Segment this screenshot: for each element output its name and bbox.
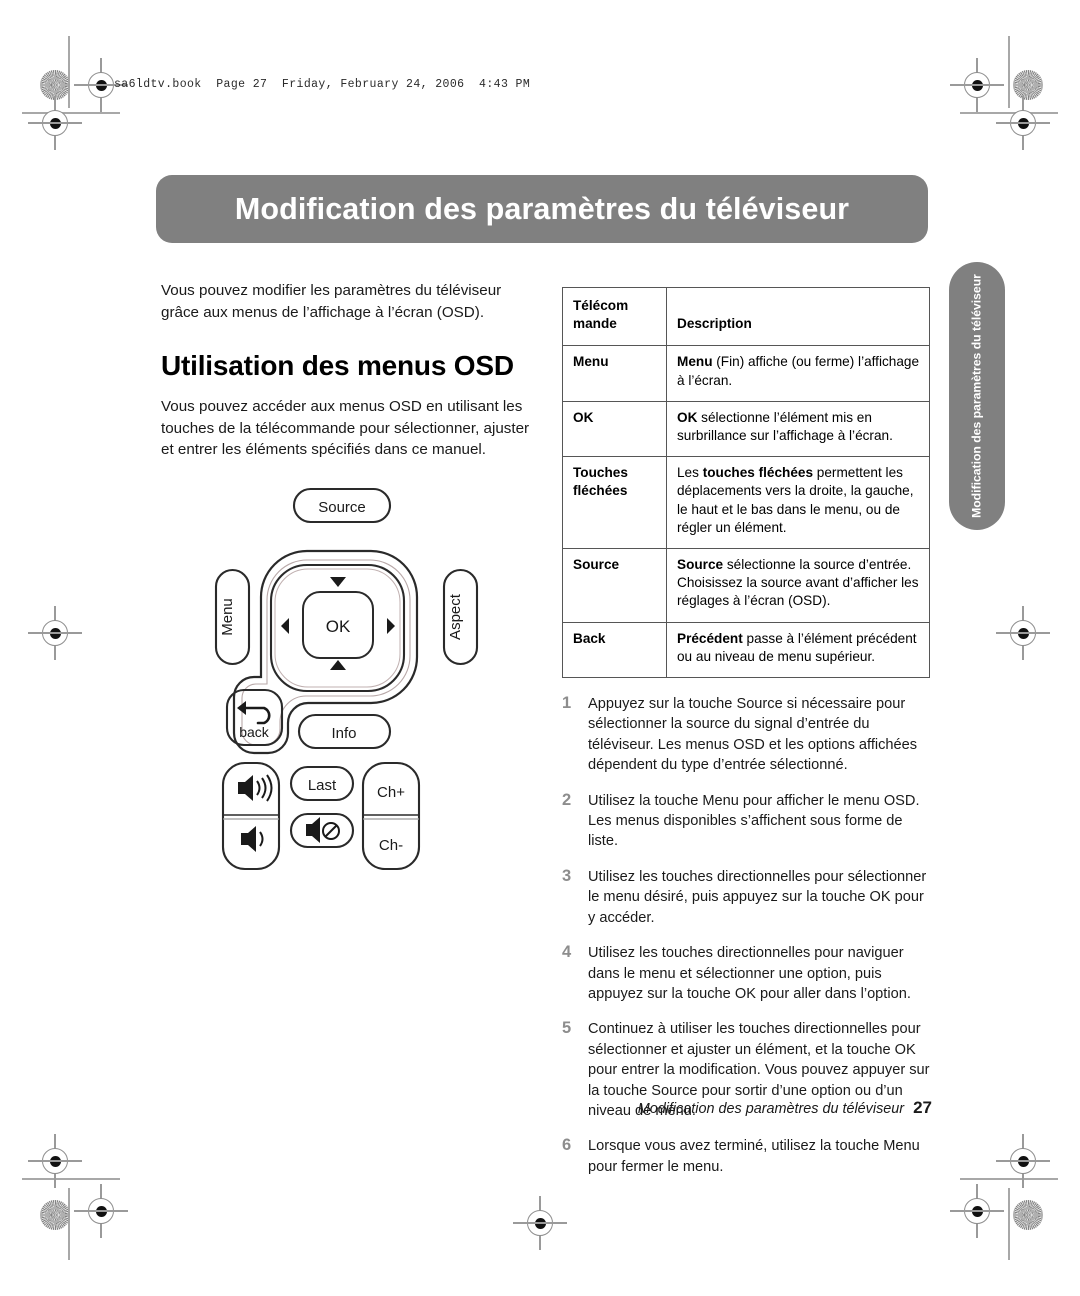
table-cell-command: Source xyxy=(562,548,667,623)
step-number: 3 xyxy=(562,866,572,885)
table-cell-description: OK sélectionne l’élément mis en surbrill… xyxy=(666,400,930,458)
step-number: 5 xyxy=(562,1019,572,1038)
command-line: Back xyxy=(573,630,606,646)
table-row: Touches fléchées Les touches fléchées perm… xyxy=(562,456,930,550)
remote-label-info: Info xyxy=(331,725,356,742)
table-cell-command: Touches fléchées xyxy=(562,456,667,550)
right-column: Télécom mande Description Menu Menu (Fin)… xyxy=(562,286,932,1192)
step-number: 2 xyxy=(562,790,572,809)
page-title: Modification des paramètres du téléviseu… xyxy=(234,191,850,226)
remote-control-diagram: Source OK Menu Aspect back Info Last Ch+… xyxy=(196,482,496,882)
page-content: Modification des paramètres du téléviseu… xyxy=(0,0,1080,1296)
table-row: Menu Menu (Fin) affiche (ou ferme) l’affi… xyxy=(562,345,930,402)
left-column: Vous pouvez modifier les paramètres du t… xyxy=(161,280,533,461)
table-header-description: Description xyxy=(666,286,930,347)
remote-command-table: Télécom mande Description Menu Menu (Fin)… xyxy=(562,286,930,679)
mute-icon xyxy=(306,817,340,843)
remote-label-aspect: Aspect xyxy=(447,593,464,640)
intro-paragraph: Vous pouvez modifier les paramètres du t… xyxy=(161,282,502,321)
table-row: Source Source sélectionne la source d’ent… xyxy=(562,548,930,623)
table-cell-command: Menu xyxy=(562,345,667,402)
page-title-banner: Modification des paramètres du téléviseu… xyxy=(156,175,928,243)
page-footer: Modification des paramètres du téléviseu… xyxy=(562,1098,932,1118)
step-text: Utilisez les touches directionnelles pou… xyxy=(588,945,911,1002)
remote-label-last: Last xyxy=(308,777,337,794)
table-row: Back Précédent passe à l’élément précéden… xyxy=(562,621,930,679)
table-cell-command: Back xyxy=(562,621,667,679)
step-number: 1 xyxy=(562,694,572,713)
step-text: Appuyez sur la touche Source si nécessai… xyxy=(588,696,918,774)
instruction-step: 2 Utilisez la touche Menu pour afficher l… xyxy=(562,791,932,852)
footer-page-number: 27 xyxy=(913,1098,932,1117)
table-header-command: Télécom mande xyxy=(562,286,667,347)
remote-label-menu: Menu xyxy=(219,598,236,636)
instruction-step: 4 Utilisez les touches directionnelles po… xyxy=(562,943,932,1004)
table-row: OK OK sélectionne l’élément mis en surbri… xyxy=(562,400,930,458)
command-line: Touches xyxy=(573,465,628,481)
remote-label-ch-down: Ch- xyxy=(379,837,403,854)
step-text: Utilisez la touche Menu pour afficher le… xyxy=(588,792,920,850)
volume-up-icon xyxy=(238,774,273,802)
table-cell-command: OK xyxy=(562,400,667,458)
remote-label-source: Source xyxy=(318,499,366,516)
instruction-step: 6 Lorsque vous avez terminé, utilisez la … xyxy=(562,1136,932,1177)
table-header-command-line1: Télécom xyxy=(573,298,629,313)
table-cell-description: Précédent passe à l’élément précédent ou… xyxy=(666,621,930,679)
osd-paragraph: Vous pouvez accéder aux menus OSD en uti… xyxy=(161,398,530,458)
side-tab: Modification des paramètres du téléviseu… xyxy=(949,262,1005,530)
command-line: OK xyxy=(573,409,594,425)
table-cell-description: Source sélectionne la source d’entrée. C… xyxy=(666,548,930,623)
remote-label-ch-up: Ch+ xyxy=(377,784,405,801)
table-cell-description: Les touches fléchées permettent les dépl… xyxy=(666,456,930,550)
table-cell-description: Menu (Fin) affiche (ou ferme) l’affichag… xyxy=(666,345,930,402)
step-number: 4 xyxy=(562,943,572,962)
command-line: Source xyxy=(573,557,620,573)
footer-running-title: Modification des paramètres du téléviseu… xyxy=(637,1101,905,1117)
side-tab-label: Modification des paramètres du téléviseu… xyxy=(969,274,984,518)
remote-label-back: back xyxy=(239,724,270,740)
table-header-command-line2: mande xyxy=(573,316,617,332)
table-header-row: Télécom mande Description xyxy=(562,286,930,347)
instruction-step: 1 Appuyez sur la touche Source si nécessa… xyxy=(562,694,932,776)
back-arrow-icon xyxy=(242,706,271,725)
command-line: fléchées xyxy=(573,483,628,499)
volume-down-icon xyxy=(241,826,264,852)
step-text: Lorsque vous avez terminé, utilisez la t… xyxy=(588,1138,920,1175)
step-text: Utilisez les touches directionnelles pou… xyxy=(588,868,927,926)
instruction-step: 3 Utilisez les touches directionnelles po… xyxy=(562,867,932,928)
command-line: Menu xyxy=(573,354,609,370)
section-heading: Utilisation des menus OSD xyxy=(161,350,514,381)
step-number: 6 xyxy=(562,1136,572,1155)
remote-label-ok: OK xyxy=(326,617,351,636)
